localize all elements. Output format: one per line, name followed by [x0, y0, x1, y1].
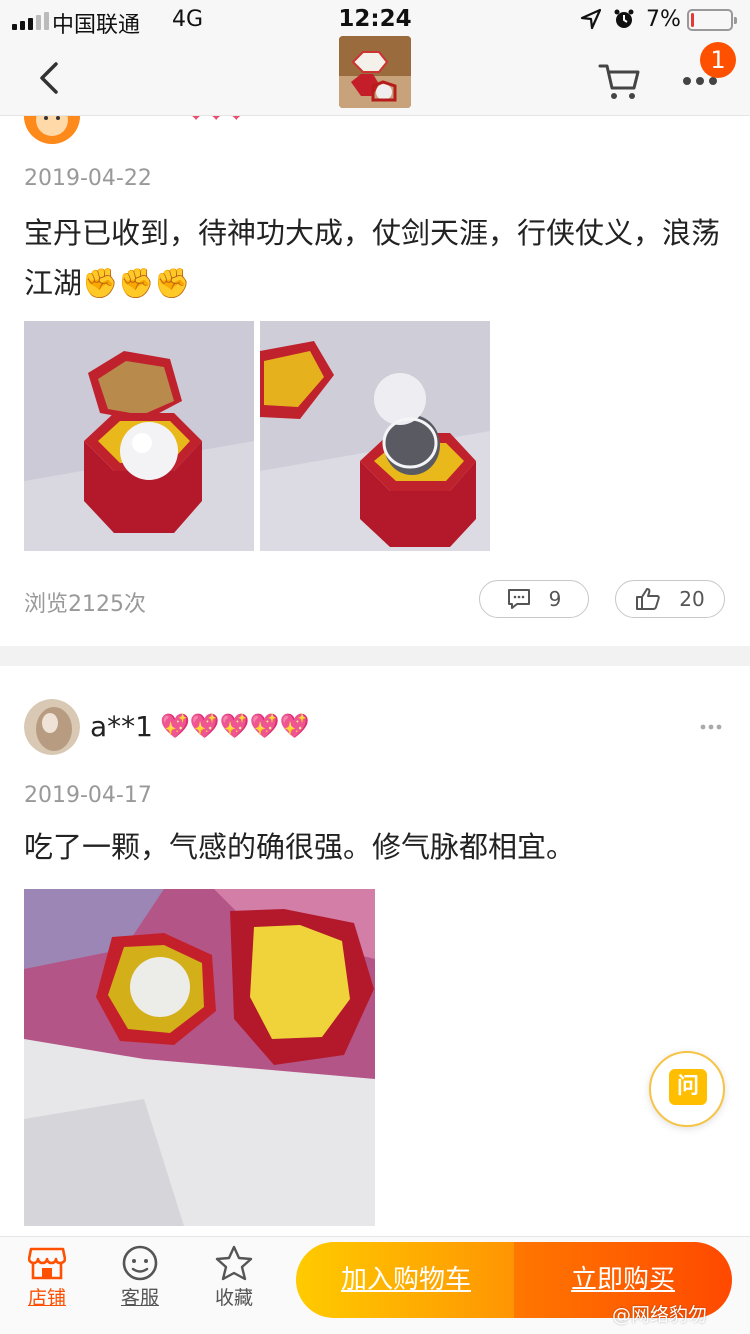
review-text: 宝丹已收到，待神功大成，仗剑天涯，行侠仗义，浪荡江湖✊✊✊ — [24, 216, 721, 300]
like-button[interactable]: 20 — [615, 580, 725, 618]
view-count: 浏览2125次 — [24, 592, 146, 617]
tab-favorite[interactable]: 收藏 — [199, 1245, 269, 1310]
notification-badge: 1 — [700, 42, 736, 78]
status-bar: 中国联通 4G 12:24 7% — [0, 0, 750, 40]
cart-icon[interactable] — [598, 62, 642, 102]
review-photo[interactable] — [24, 889, 375, 1226]
more-icon[interactable] — [682, 76, 718, 86]
more-icon[interactable] — [700, 724, 722, 730]
back-arrow-icon[interactable] — [30, 58, 70, 98]
review-photo[interactable] — [24, 321, 254, 551]
battery-percent: 7% — [646, 7, 681, 32]
clock: 12:24 — [338, 6, 412, 32]
tab-label: 店铺 — [27, 1287, 66, 1309]
comment-button[interactable]: 9 — [479, 580, 589, 618]
battery-icon — [687, 9, 737, 31]
review-date: 2019-04-17 — [24, 783, 152, 808]
card-separator — [0, 646, 750, 666]
avatar[interactable] — [24, 699, 80, 755]
review-card: a**1 💖 💖 💖 💖 💖 2019-04-17 吃了一颗，气感的确很强。修气脉都相宜… — [0, 666, 750, 1236]
tab-label: 收藏 — [214, 1287, 253, 1309]
user-name[interactable]: a**1 — [90, 710, 153, 743]
weibo-watermark-text: @网络豹勿 — [612, 1304, 708, 1326]
alarm-icon — [614, 9, 634, 28]
review-text: 吃了一颗，气感的确很强。修气脉都相宜。 — [24, 830, 576, 864]
review-card: ❤❤❤ 2019-04-22 宝丹已收到，待神功大成，仗剑天涯，行侠仗义，浪荡江… — [0, 88, 750, 646]
watermark: @网络豹勿 — [612, 1300, 707, 1327]
comment-icon — [507, 589, 530, 609]
ask-icon: 问 — [669, 1069, 707, 1105]
user-level-hearts: 💖 💖 💖 💖 💖 — [160, 712, 310, 740]
star-icon — [215, 1245, 253, 1281]
location-arrow-icon — [580, 8, 602, 30]
like-count: 20 — [679, 587, 705, 611]
tab-customer-service[interactable]: 客服 — [105, 1245, 175, 1310]
review-date: 2019-04-22 — [24, 166, 152, 191]
comment-count: 9 — [548, 587, 562, 611]
add-to-cart-button[interactable]: 加入购物车 — [296, 1242, 516, 1318]
nav-bar: 1 — [0, 36, 750, 116]
store-icon — [28, 1247, 66, 1280]
review-photo[interactable] — [260, 321, 490, 551]
thumbs-up-icon — [636, 588, 661, 610]
shop-logo[interactable] — [339, 36, 411, 108]
customer-service-icon — [122, 1245, 158, 1281]
tab-store[interactable]: 店铺 — [12, 1245, 82, 1310]
tab-label: 客服 — [120, 1287, 159, 1309]
ask-button[interactable]: 问 — [649, 1051, 725, 1127]
